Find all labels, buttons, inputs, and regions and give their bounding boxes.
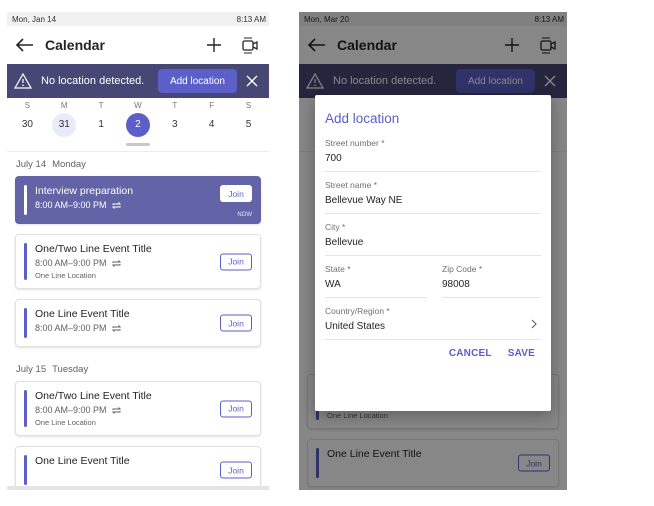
event-time-text: 8:00 AM–9:00 PM bbox=[35, 323, 107, 333]
warning-icon bbox=[13, 71, 33, 91]
date-header: July 14 Monday bbox=[15, 152, 261, 176]
add-location-screen: Mon, Mar 20 8:13 AM Calendar No location… bbox=[299, 12, 567, 490]
status-date: Mon, Jan 14 bbox=[12, 14, 57, 24]
weekday-label: T bbox=[172, 101, 178, 110]
day-cell-selected[interactable]: 2 bbox=[125, 113, 150, 137]
field-label: Street name * bbox=[325, 180, 377, 190]
field-label: City * bbox=[325, 222, 346, 232]
weekday-label: F bbox=[209, 101, 215, 110]
street-name-field[interactable]: Street name * Bellevue Way NE bbox=[325, 180, 541, 214]
event-time: 8:00 AM–9:00 PM bbox=[35, 200, 210, 210]
save-button[interactable]: SAVE bbox=[508, 348, 535, 359]
field-value[interactable]: 98008 bbox=[442, 279, 541, 290]
state-field[interactable]: State * WA bbox=[325, 264, 427, 298]
event-time-text: 8:00 AM–9:00 PM bbox=[35, 200, 107, 210]
back-arrow-icon[interactable] bbox=[15, 35, 35, 55]
event-color-bar bbox=[24, 185, 27, 215]
weekday-label: W bbox=[134, 101, 142, 110]
weekday-label: S bbox=[24, 101, 31, 110]
state-zip-row: State * WA Zip Code * 98008 bbox=[325, 264, 541, 306]
location-banner: No location detected. Add location bbox=[7, 64, 269, 98]
weekday-label: T bbox=[98, 101, 104, 110]
join-button[interactable]: Join bbox=[220, 461, 252, 479]
event-location: One Line Location bbox=[35, 418, 96, 427]
now-badge: NOW bbox=[237, 212, 252, 218]
chevron-right-icon[interactable] bbox=[531, 316, 537, 334]
field-value[interactable]: Bellevue bbox=[325, 237, 541, 248]
day-cell[interactable]: 30 bbox=[15, 113, 39, 137]
day-cell[interactable]: 1 bbox=[89, 113, 113, 137]
event-location: One Line Location bbox=[35, 271, 96, 280]
event-time: 8:00 AM–9:00 PM bbox=[35, 323, 210, 333]
zip-code-field[interactable]: Zip Code * 98008 bbox=[442, 264, 541, 298]
event-card[interactable]: One/Two Line Event Title 8:00 AM–9:00 PM… bbox=[15, 381, 261, 436]
week-strip: S M T W T F S 30 31 1 2 3 4 5 bbox=[7, 98, 269, 152]
date-header: July 15 Tuesday bbox=[15, 357, 261, 381]
event-time-text: 8:00 AM–9:00 PM bbox=[35, 258, 107, 268]
event-color-bar bbox=[24, 243, 27, 280]
event-title: One Line Event Title bbox=[35, 455, 130, 467]
date-header-weekday: Monday bbox=[52, 159, 86, 170]
field-label: Zip Code * bbox=[442, 264, 483, 274]
add-icon[interactable] bbox=[203, 34, 225, 56]
date-header-weekday: Tuesday bbox=[52, 364, 89, 375]
weekday-label: M bbox=[60, 101, 68, 110]
date-header-date: July 14 bbox=[16, 159, 47, 170]
event-card[interactable]: One/Two Line Event Title 8:00 AM–9:00 PM… bbox=[15, 234, 261, 289]
recurring-icon bbox=[111, 201, 122, 210]
event-time: 8:00 AM–9:00 PM bbox=[35, 405, 210, 415]
event-color-bar bbox=[24, 390, 27, 427]
field-value[interactable]: 700 bbox=[325, 153, 541, 164]
field-label: State * bbox=[325, 264, 351, 274]
day-cell-today[interactable]: 31 bbox=[52, 113, 77, 137]
field-label: Street number * bbox=[325, 138, 385, 148]
add-location-dialog: Add location Street number * 700 Street … bbox=[315, 95, 551, 411]
event-color-bar bbox=[24, 308, 27, 338]
recurring-icon bbox=[111, 406, 122, 415]
recurring-icon bbox=[111, 324, 122, 333]
status-time: 8:13 AM bbox=[236, 14, 266, 24]
app-bar: Calendar bbox=[7, 26, 269, 64]
join-button[interactable]: Join bbox=[220, 314, 252, 332]
meet-now-icon[interactable] bbox=[239, 34, 261, 56]
day-cell[interactable]: 3 bbox=[163, 113, 187, 137]
country-region-field[interactable]: Country/Region * United States bbox=[325, 306, 541, 340]
city-field[interactable]: City * Bellevue bbox=[325, 222, 541, 256]
close-icon[interactable] bbox=[241, 70, 263, 92]
join-button[interactable]: Join bbox=[220, 185, 252, 202]
day-cell[interactable]: 5 bbox=[236, 113, 260, 137]
event-time: 8:00 AM–9:00 PM bbox=[35, 258, 210, 268]
day-cell[interactable]: 4 bbox=[200, 113, 224, 137]
street-number-field[interactable]: Street number * 700 bbox=[325, 138, 541, 172]
field-label: Country/Region * bbox=[325, 306, 390, 316]
dialog-title: Add location bbox=[325, 111, 400, 126]
calendar-screen: Mon, Jan 14 8:13 AM Calendar No location… bbox=[7, 12, 269, 490]
join-button[interactable]: Join bbox=[220, 400, 252, 417]
event-color-bar bbox=[24, 455, 27, 485]
field-value[interactable]: Bellevue Way NE bbox=[325, 195, 541, 206]
event-title: Interview preparation bbox=[35, 185, 134, 197]
field-value[interactable]: WA bbox=[325, 279, 427, 290]
event-title: One/Two Line Event Title bbox=[35, 390, 152, 402]
join-button[interactable]: Join bbox=[220, 253, 252, 270]
event-card[interactable]: One Line Event Title 8:00 AM–9:00 PM Joi… bbox=[15, 299, 261, 347]
weekday-label: S bbox=[245, 101, 252, 110]
banner-message: No location detected. bbox=[41, 75, 145, 87]
field-value[interactable]: United States bbox=[325, 321, 541, 332]
event-card-active[interactable]: Interview preparation 8:00 AM–9:00 PM Jo… bbox=[15, 176, 261, 224]
status-bar: Mon, Jan 14 8:13 AM bbox=[7, 12, 269, 26]
add-location-button[interactable]: Add location bbox=[157, 69, 237, 93]
agenda-list: July 14 Monday Interview preparation 8:00… bbox=[7, 152, 269, 490]
cancel-button[interactable]: CANCEL bbox=[449, 348, 492, 359]
event-title: One/Two Line Event Title bbox=[35, 243, 152, 255]
recurring-icon bbox=[111, 259, 122, 268]
dialog-actions: CANCEL SAVE bbox=[325, 348, 541, 359]
event-card[interactable]: One Line Event Title Join bbox=[15, 446, 261, 490]
expand-handle[interactable] bbox=[126, 143, 150, 146]
event-title: One Line Event Title bbox=[35, 308, 130, 320]
event-time-text: 8:00 AM–9:00 PM bbox=[35, 405, 107, 415]
page-title: Calendar bbox=[45, 37, 105, 53]
date-header-date: July 15 bbox=[16, 364, 47, 375]
navigation-bar bbox=[7, 486, 269, 490]
